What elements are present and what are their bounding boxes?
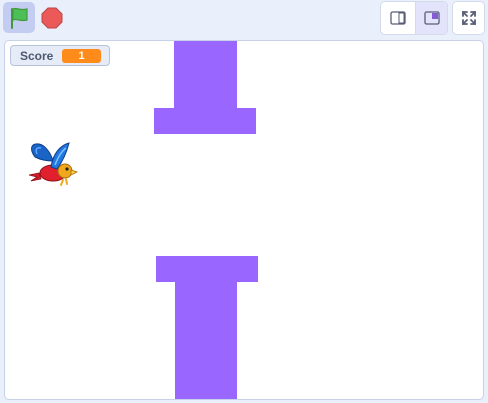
fullscreen-icon [461,11,476,25]
top-pipe-cap[interactable] [154,108,256,134]
stage-header [0,0,488,37]
stop-button[interactable] [38,2,66,33]
stage[interactable]: Score 1 [4,40,484,400]
small-stage-icon [390,11,406,25]
score-monitor[interactable]: Score 1 [10,45,110,66]
score-value: 1 [62,48,101,63]
top-pipe-body[interactable] [174,41,237,108]
bottom-pipe-body[interactable] [175,282,237,399]
stage-size-toggle [380,1,448,35]
fullscreen-button[interactable] [452,1,485,35]
bottom-pipe-cap[interactable] [156,256,258,282]
small-stage-button[interactable] [381,2,415,34]
normal-stage-icon [424,11,440,25]
green-flag-icon [11,7,28,29]
stop-sign-icon [41,7,63,28]
green-flag-button[interactable] [3,2,35,33]
parrot-sprite[interactable] [25,139,83,189]
normal-stage-button[interactable] [415,2,447,34]
score-label: Score [20,48,54,63]
